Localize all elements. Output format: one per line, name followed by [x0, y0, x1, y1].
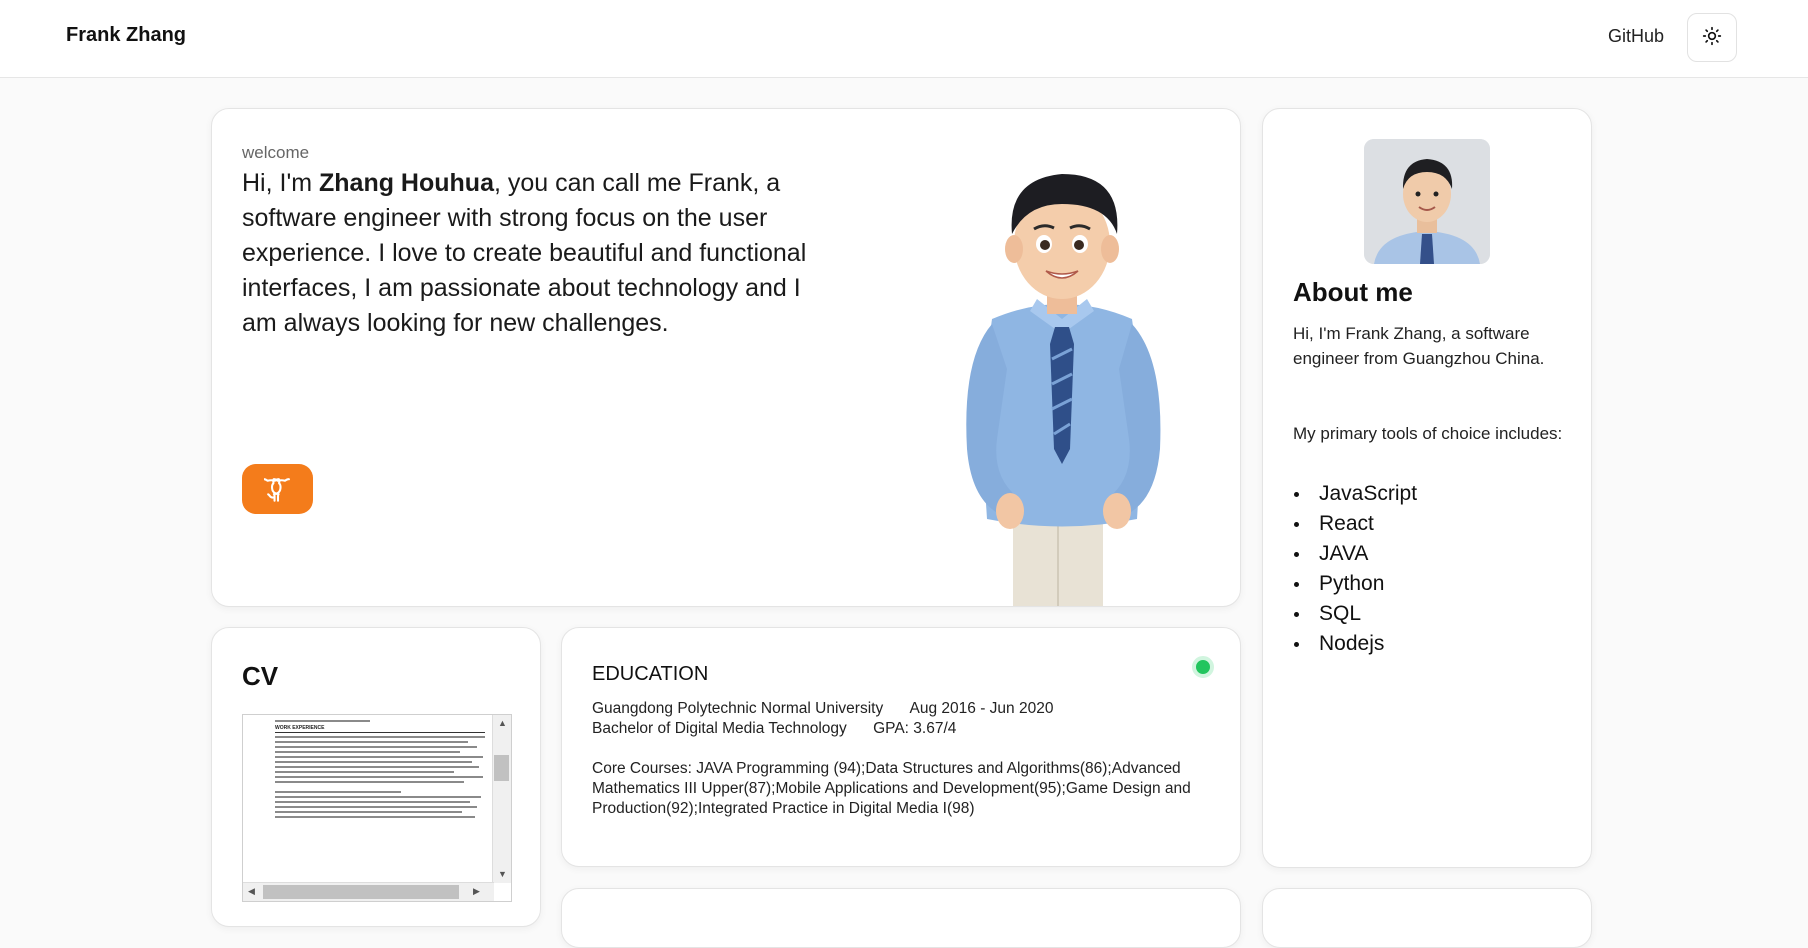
list-item: Nodejs — [1293, 629, 1417, 659]
github-icon — [262, 473, 292, 506]
intro-prefix: Hi, I'm — [242, 169, 319, 197]
status-dot-icon — [1192, 656, 1214, 678]
list-item: SQL — [1293, 599, 1417, 629]
vertical-scrollbar[interactable]: ▲ ▼ — [492, 715, 511, 883]
cv-document-viewer[interactable]: WORK EXPERIENCE ▲ ▼ ◀ ▶ — [242, 714, 512, 902]
top-navbar: Frank Zhang GitHub — [0, 0, 1808, 78]
school-dates: Aug 2016 - Jun 2020 — [909, 700, 1054, 717]
next-card-partial — [1262, 888, 1592, 948]
next-card-partial — [561, 888, 1241, 948]
scroll-up-icon[interactable]: ▲ — [498, 718, 507, 728]
cv-page-preview: WORK EXPERIENCE — [243, 715, 491, 883]
intro-text: Hi, I'm Zhang Houhua, you can call me Fr… — [242, 166, 822, 341]
list-item: React — [1293, 509, 1417, 539]
scroll-right-icon[interactable]: ▶ — [473, 886, 480, 897]
cv-title: CV — [242, 661, 279, 691]
theme-toggle-button[interactable] — [1687, 13, 1737, 62]
list-item: JavaScript — [1293, 479, 1417, 509]
scroll-down-icon[interactable]: ▼ — [498, 869, 507, 879]
list-item: JAVA — [1293, 539, 1417, 569]
education-card: EDUCATION Guangdong Polytechnic Normal U… — [561, 627, 1241, 867]
cartoon-avatar-image — [912, 149, 1212, 606]
about-title: About me — [1293, 277, 1413, 307]
scroll-left-icon[interactable]: ◀ — [248, 886, 255, 897]
tools-intro: My primary tools of choice includes: — [1293, 424, 1563, 443]
sun-icon — [1702, 26, 1722, 49]
tools-list: JavaScript React JAVA Python SQL Nodejs — [1293, 479, 1417, 659]
school-row: Guangdong Polytechnic Normal University … — [592, 700, 1053, 718]
about-card: About me Hi, I'm Frank Zhang, a software… — [1262, 108, 1592, 868]
intro-name: Zhang Houhua — [319, 169, 494, 197]
core-courses: Core Courses: JAVA Programming (94);Data… — [592, 760, 1191, 817]
list-item: Python — [1293, 569, 1417, 599]
vertical-scroll-thumb[interactable] — [494, 755, 509, 781]
github-button[interactable] — [242, 464, 313, 514]
brand-link[interactable]: Frank Zhang — [66, 24, 186, 47]
horizontal-scrollbar[interactable]: ◀ ▶ — [243, 882, 494, 901]
school-name: Guangdong Polytechnic Normal University — [592, 700, 884, 717]
profile-photo — [1364, 139, 1490, 264]
degree-name: Bachelor of Digital Media Technology — [592, 720, 847, 737]
welcome-label: welcome — [242, 143, 310, 162]
gpa-value: GPA: 3.67/4 — [873, 720, 957, 737]
horizontal-scroll-thumb[interactable] — [263, 885, 459, 899]
cv-card: CV WORK EXPERIENCE ▲ ▼ ◀ ▶ — [211, 627, 541, 927]
degree-row: Bachelor of Digital Media Technology GPA… — [592, 720, 956, 738]
hero-card: welcome Hi, I'm Zhang Houhua, you can ca… — [211, 108, 1241, 607]
github-nav-link[interactable]: GitHub — [1608, 26, 1664, 47]
cv-section-heading: WORK EXPERIENCE — [275, 725, 325, 731]
education-title: EDUCATION — [592, 663, 709, 685]
about-bio: Hi, I'm Frank Zhang, a software engineer… — [1293, 324, 1545, 368]
